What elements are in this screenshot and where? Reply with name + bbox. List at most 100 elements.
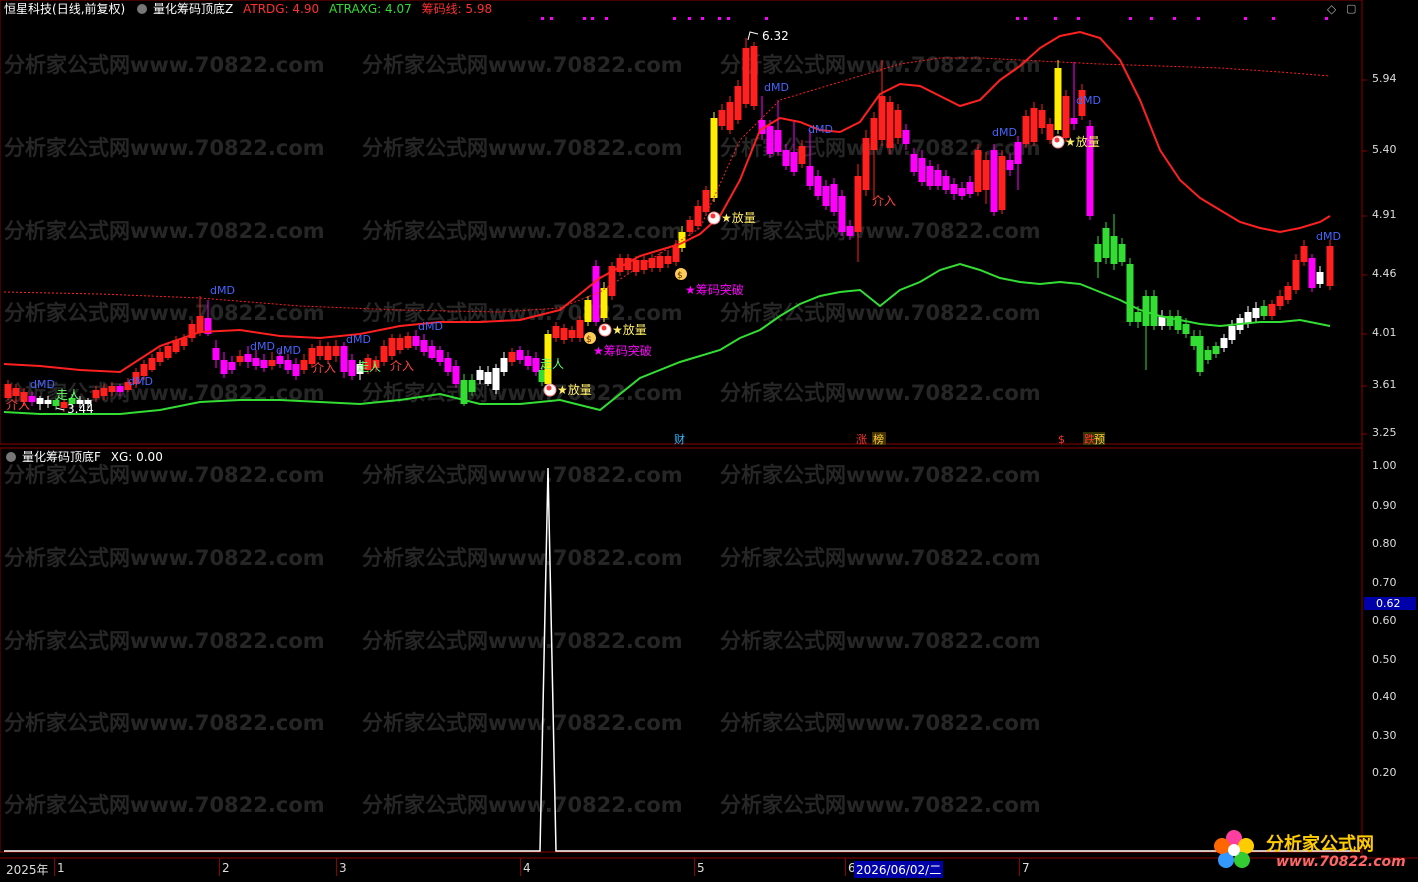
candle-body [806, 166, 814, 186]
candle-body [870, 118, 878, 150]
candle-body [766, 126, 774, 154]
candle-body [734, 86, 742, 120]
candle-body [92, 390, 100, 398]
candle-body [974, 150, 982, 192]
signal-dot [673, 17, 676, 20]
candle-body [156, 352, 164, 362]
signal-dot [1016, 17, 1019, 20]
dmd-label: dMD [764, 81, 789, 94]
lower-indicator-name[interactable]: 量化筹码顶底F [22, 450, 101, 464]
candle-body [1046, 124, 1054, 140]
watermark-text: 分析家公式网www.70822.com [4, 219, 325, 243]
candle-body [340, 346, 348, 372]
candle-body [292, 364, 300, 376]
candle-body [1038, 110, 1046, 128]
lower-axis: 1.00 0.90 0.80 0.70 0.62 0.60 0.50 0.40 0.30 0.20 [1364, 448, 1418, 852]
candle-body [942, 176, 950, 190]
money-bag-icon: $ [586, 335, 592, 345]
candle-body [958, 188, 966, 196]
candle-body [220, 360, 228, 374]
watermark-text: 分析家公式网www.70822.com [362, 711, 683, 735]
candle-body [1260, 306, 1268, 316]
candle-body [918, 158, 926, 182]
candle-body [902, 130, 910, 144]
candle-body [862, 138, 870, 190]
year-label: 2025年 [6, 863, 49, 877]
month-tick [1019, 858, 1020, 876]
candle-body [726, 102, 734, 130]
candle-body [648, 258, 656, 268]
candle-body [1276, 296, 1284, 306]
candle-body [1030, 108, 1038, 142]
month-tick [694, 858, 695, 876]
candle-body [500, 358, 508, 372]
candle-body [966, 182, 974, 194]
dmd-label: dMD [276, 344, 301, 357]
watermark-text: 分析家公式网www.70822.com [4, 136, 325, 160]
chart-canvas[interactable]: 分析家公式网www.70822.com 分析家公式网www.70822.com 分析… [0, 0, 1418, 882]
month-label: 5 [697, 861, 705, 875]
indicator-menu-icon[interactable] [137, 4, 148, 14]
watermark-text: 分析家公式网www.70822.com [362, 793, 683, 817]
candle-body [664, 256, 672, 264]
jie-ru-label: 介入 [312, 361, 336, 375]
lower-tick-label: 0.80 [1372, 537, 1397, 550]
low-marker-icon [55, 407, 65, 411]
candle-body [380, 346, 388, 362]
lower-tick-label: 0.60 [1372, 614, 1397, 627]
candle-body [468, 380, 476, 392]
candle-body [1094, 244, 1102, 262]
month-label: 7 [1022, 861, 1030, 875]
candle-body [718, 110, 726, 126]
dmd-label: dMD [808, 123, 833, 136]
signal-dot [1129, 17, 1132, 20]
candle-body [1062, 96, 1070, 138]
candle-body [148, 358, 156, 370]
candle-body [846, 226, 854, 236]
logo-text: 分析家公式网 [1266, 834, 1374, 855]
jie-ru-label: 介入 [390, 359, 414, 373]
signal-dot [1173, 17, 1176, 20]
candle-body [750, 46, 758, 106]
signal-dot [1197, 17, 1200, 20]
signal-dot [541, 17, 544, 20]
chip-line-value: 筹码线: 5.98 [421, 2, 493, 16]
candle-body [702, 190, 710, 212]
watermark-text: 分析家公式网www.70822.com [720, 381, 1041, 405]
signal-dot [1325, 17, 1328, 20]
price-tick-label: 4.46 [1372, 267, 1397, 280]
chip-break-label: ★筹码突破 [593, 343, 652, 358]
signal-dot [1024, 17, 1027, 20]
expand-icon[interactable]: ▢ [1346, 2, 1356, 15]
lower-indicator-menu-icon[interactable] [6, 452, 16, 462]
signal-dot [591, 17, 594, 20]
time-axis: 2025年 1 2 3 4 5 6 7 2026/06/02/二 [0, 858, 1362, 882]
zou-ren-label: 走人 [540, 357, 564, 371]
diamond-icon[interactable]: ◇ [1327, 2, 1336, 16]
watermark-text: 分析家公式网www.70822.com [362, 463, 683, 487]
candle-body [790, 152, 798, 172]
watermark-text: 分析家公式网www.70822.com [720, 629, 1041, 653]
fang-liang-label: ★放量 [557, 382, 592, 397]
volume-ball-icon [601, 325, 607, 331]
month-tick [520, 858, 521, 876]
volume-ball-icon [546, 385, 552, 391]
candle-body [830, 184, 838, 212]
candle-body [36, 398, 44, 404]
lower-tick-label: 0.50 [1372, 653, 1397, 666]
candle-body [252, 358, 260, 366]
candle-body [998, 156, 1006, 210]
candle-body [1006, 160, 1014, 170]
flower-logo-icon [1214, 830, 1254, 868]
period-label: (日线,前复权) [52, 2, 126, 16]
candle-body [934, 170, 942, 186]
lower-tick-label: 0.70 [1372, 576, 1397, 589]
watermark-text: 分析家公式网www.70822.com [362, 301, 683, 325]
candle-body [1110, 236, 1118, 264]
candle-body [420, 340, 428, 352]
lower-tick-label: 0.40 [1372, 690, 1397, 703]
candle-body [1054, 68, 1062, 130]
candle-body [324, 346, 332, 360]
signal-dot [605, 17, 608, 20]
indicator-name[interactable]: 量化筹码顶底Z [153, 2, 233, 16]
